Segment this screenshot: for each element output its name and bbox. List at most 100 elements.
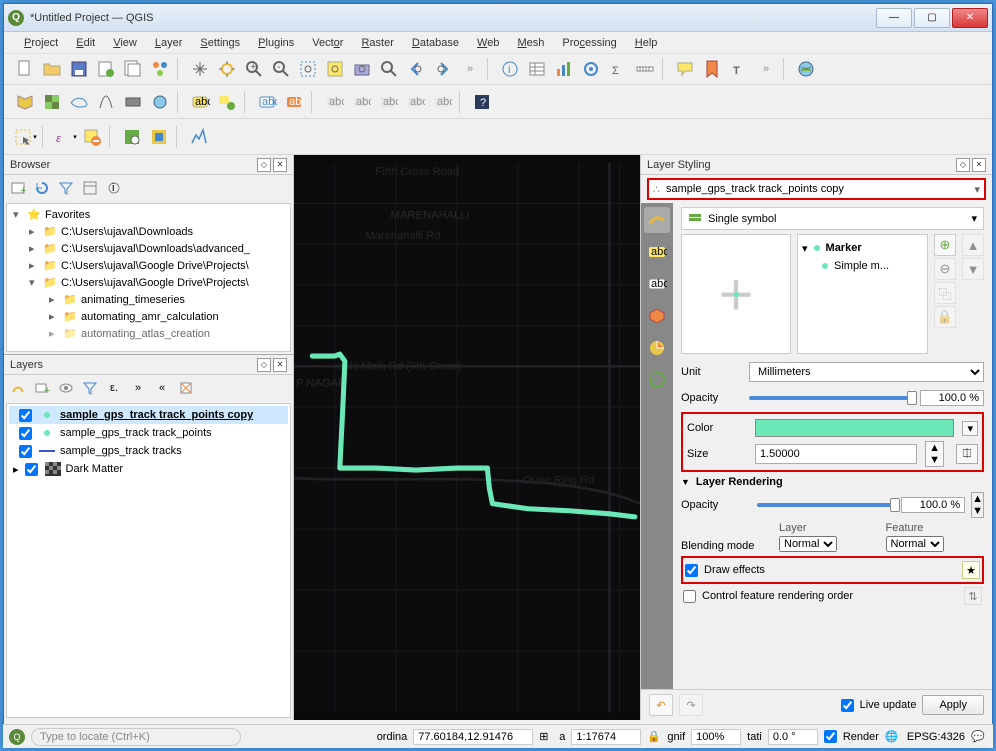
processing-toolbox-icon[interactable] [578,56,604,82]
diagrams-tab[interactable] [644,335,670,361]
browser-undock-icon[interactable]: ◇ [257,158,271,172]
coord-toggle-icon[interactable]: ⊞ [539,730,553,743]
menu-raster[interactable]: Raster [353,35,401,51]
label-tool5-icon[interactable]: abc [429,89,455,115]
zoom-full-icon[interactable] [295,56,321,82]
menu-vector[interactable]: Vector [304,35,351,51]
remove-symbol-layer-button[interactable]: ⊖ [934,258,956,280]
browser-properties-icon[interactable]: i [104,178,124,198]
style-manager-icon[interactable] [147,56,173,82]
expression-select-icon[interactable]: ε▾ [52,124,78,150]
zoom-native-icon[interactable] [376,56,402,82]
live-update-checkbox[interactable] [841,699,854,712]
browser-refresh-icon[interactable] [32,178,52,198]
move-up-button[interactable]: ▲ [962,234,984,256]
crs-icon[interactable]: 🌐 [885,730,901,743]
layers-expression-icon[interactable]: ε. [104,378,124,398]
styling-close-icon[interactable]: ✕ [972,158,986,172]
sum-icon[interactable]: Σ [605,56,631,82]
layers-expand-icon[interactable]: » [128,378,148,398]
blend-layer-select[interactable]: Normal [779,536,837,552]
menu-web[interactable]: Web [469,35,507,51]
rotation-field[interactable]: 0.0 ° [768,729,818,745]
toolbar-overflow-icon[interactable]: » [457,56,483,82]
close-button[interactable]: ✕ [952,8,988,28]
menu-view[interactable]: View [105,35,145,51]
magnifier-field[interactable]: 100% [691,729,741,745]
masks-tab[interactable]: abc [644,271,670,297]
data-defined-button[interactable]: ⎅ [956,444,978,464]
layers-tree[interactable]: sample_gps_track track_points copy sampl… [6,403,291,718]
layer-item-tracks[interactable]: sample_gps_track tracks [9,442,288,460]
layer-rendering-header[interactable]: ▼Layer Rendering [681,476,984,488]
label-highlight-icon[interactable]: abc [254,89,280,115]
map-canvas[interactable]: MARENAHALLI Marenahalli Rd Outer Ring Rd… [294,155,640,720]
menu-layer[interactable]: Layer [147,35,191,51]
virtual-layer-icon[interactable] [120,89,146,115]
layer-item-basemap[interactable]: ▸ Dark Matter [9,460,288,478]
layer-visibility-checkbox[interactable] [19,445,32,458]
layout-manager-icon[interactable] [120,56,146,82]
label-tool1-icon[interactable]: abc [321,89,347,115]
vector-layer-icon[interactable] [12,89,38,115]
crs-label[interactable]: EPSG:4326 [907,731,965,743]
map-tips-icon[interactable] [672,56,698,82]
menu-plugins[interactable]: Plugins [250,35,302,51]
raster-layer-icon[interactable] [39,89,65,115]
globe-icon[interactable] [793,56,819,82]
layer-item-points-copy[interactable]: sample_gps_track track_points copy [9,406,288,424]
size-spinner[interactable]: ▲▼ [925,441,944,467]
opacity-spinner[interactable]: ▲▼ [971,492,984,518]
save-project-icon[interactable] [66,56,92,82]
menu-edit[interactable]: Edit [68,35,103,51]
symbol-opacity-slider[interactable] [749,396,912,400]
symbol-opacity-value[interactable]: 100.0 % [920,390,984,406]
unit-select[interactable]: Millimeters [749,362,984,382]
menu-processing[interactable]: Processing [554,35,624,51]
layer-opacity-value[interactable]: 100.0 % [901,497,965,513]
browser-add-icon[interactable]: + [8,178,28,198]
messages-icon[interactable]: 💬 [971,730,987,743]
minimize-button[interactable]: — [876,8,912,28]
label-tool3-icon[interactable]: abc [375,89,401,115]
attributes-table-icon[interactable] [524,56,550,82]
symbol-layer-tree[interactable]: ▾Marker Simple m... [797,234,928,354]
deselect-all-icon[interactable] [79,124,105,150]
effects-config-button[interactable]: ★ [962,561,980,579]
zoom-in-icon[interactable]: + [241,56,267,82]
help-icon[interactable]: ? [469,89,495,115]
label-tool2-icon[interactable]: abc [348,89,374,115]
layer-visibility-checkbox[interactable] [19,427,32,440]
wms-layer-icon[interactable] [147,89,173,115]
statistics-icon[interactable] [551,56,577,82]
blend-feature-select[interactable]: Normal [886,536,944,552]
select-features-icon[interactable]: ▾ [12,124,38,150]
duplicate-symbol-layer-button[interactable]: ⿻ [934,282,956,304]
new-project-icon[interactable] [12,56,38,82]
toolbar-overflow2-icon[interactable]: » [753,56,779,82]
locator-input[interactable]: Type to locate (Ctrl+K) [31,728,241,746]
menu-help[interactable]: Help [627,35,666,51]
layers-undock-icon[interactable]: ◇ [257,358,271,372]
osm-download-icon[interactable] [146,124,172,150]
color-dropdown-icon[interactable]: ▾ [962,421,978,436]
add-symbol-layer-button[interactable]: ⊕ [934,234,956,256]
scale-field[interactable]: 1:17674 [571,729,641,745]
redo-style-button[interactable]: ↷ [679,694,703,716]
layers-close-icon[interactable]: ✕ [273,358,287,372]
apply-button[interactable]: Apply [922,695,984,715]
label-config-icon[interactable] [214,89,240,115]
zoom-last-icon[interactable] [403,56,429,82]
history-tab[interactable] [644,367,670,393]
layers-collapse-icon[interactable]: « [152,378,172,398]
layer-visibility-checkbox[interactable] [19,409,32,422]
pan-to-selection-icon[interactable] [214,56,240,82]
size-input[interactable] [755,444,917,464]
color-picker[interactable] [755,419,954,437]
label-pin-icon[interactable]: abc [281,89,307,115]
layer-visibility-checkbox[interactable] [25,463,38,476]
identify-icon[interactable]: i [497,56,523,82]
zoom-layer-icon[interactable] [349,56,375,82]
browser-close-icon[interactable]: ✕ [273,158,287,172]
browser-tree[interactable]: ▾⭐Favorites ▸📁C:\Users\ujaval\Downloads … [6,203,291,352]
